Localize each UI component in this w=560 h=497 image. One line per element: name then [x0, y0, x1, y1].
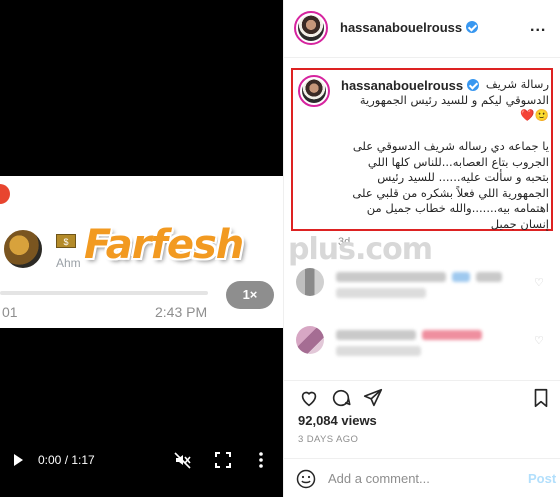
- avatar[interactable]: [296, 326, 324, 354]
- post-header: hassanabouelrouss ...: [284, 0, 560, 58]
- avatar[interactable]: [294, 11, 328, 45]
- voice-note-timestamp: 2:43 PM: [155, 304, 208, 320]
- heart-outline-icon[interactable]: ♡: [534, 276, 544, 289]
- money-badge-icon: $: [56, 234, 76, 248]
- share-icon[interactable]: [362, 387, 384, 409]
- blurred-username: [336, 272, 446, 282]
- comment-input[interactable]: [328, 467, 508, 489]
- view-count[interactable]: 92,084 views: [298, 413, 377, 428]
- heart-icon[interactable]: [298, 387, 320, 409]
- voice-note-sender: Ahm: [56, 256, 81, 270]
- play-icon[interactable]: [12, 452, 26, 468]
- voice-note-progress-track[interactable]: [0, 291, 208, 295]
- bookmark-icon[interactable]: [530, 387, 552, 409]
- watermark-suffix: plus.com: [288, 232, 433, 267]
- verified-badge-icon: [466, 21, 479, 33]
- voice-note-elapsed: 01: [2, 304, 18, 320]
- list-item: ♡: [294, 268, 554, 308]
- blurred-meta: [336, 346, 421, 356]
- watermark-logo: Farfesh: [84, 222, 244, 268]
- avatar[interactable]: [296, 268, 324, 296]
- post-username[interactable]: hassanabouelrouss: [340, 20, 479, 35]
- blurred-text: [476, 272, 502, 282]
- more-options-icon[interactable]: ...: [530, 18, 546, 36]
- blurred-username: [336, 330, 416, 340]
- blurred-meta: [336, 288, 426, 298]
- record-indicator-icon: [0, 184, 10, 204]
- fullscreen-icon[interactable]: [214, 451, 232, 469]
- avatar: [2, 228, 44, 270]
- comment-bar: Post: [284, 458, 560, 497]
- blurred-hearts: [422, 330, 482, 340]
- caption: hassanabouelrouss رسالة شريف الدسوقي ليك…: [291, 68, 553, 231]
- post-date: 3 DAYS AGO: [298, 434, 359, 445]
- blurred-badge: [452, 272, 470, 282]
- heart-outline-icon[interactable]: ♡: [534, 334, 544, 347]
- post-button[interactable]: Post: [528, 471, 556, 486]
- emoji-icon[interactable]: [296, 469, 316, 489]
- avatar[interactable]: [298, 75, 330, 107]
- post-actions: [284, 380, 560, 412]
- caption-text: رسالة شريف الدسوقي ليكم و للسيد رئيس الج…: [352, 77, 549, 231]
- comment-icon[interactable]: [330, 387, 352, 409]
- video-time: 0:00 / 1:17: [38, 453, 95, 467]
- video-controls: 0:00 / 1:17: [0, 448, 283, 474]
- more-vertical-icon[interactable]: [256, 451, 266, 469]
- playback-speed-button[interactable]: 1×: [226, 281, 274, 309]
- list-item: ♡: [294, 326, 554, 366]
- volume-muted-icon[interactable]: [174, 451, 192, 469]
